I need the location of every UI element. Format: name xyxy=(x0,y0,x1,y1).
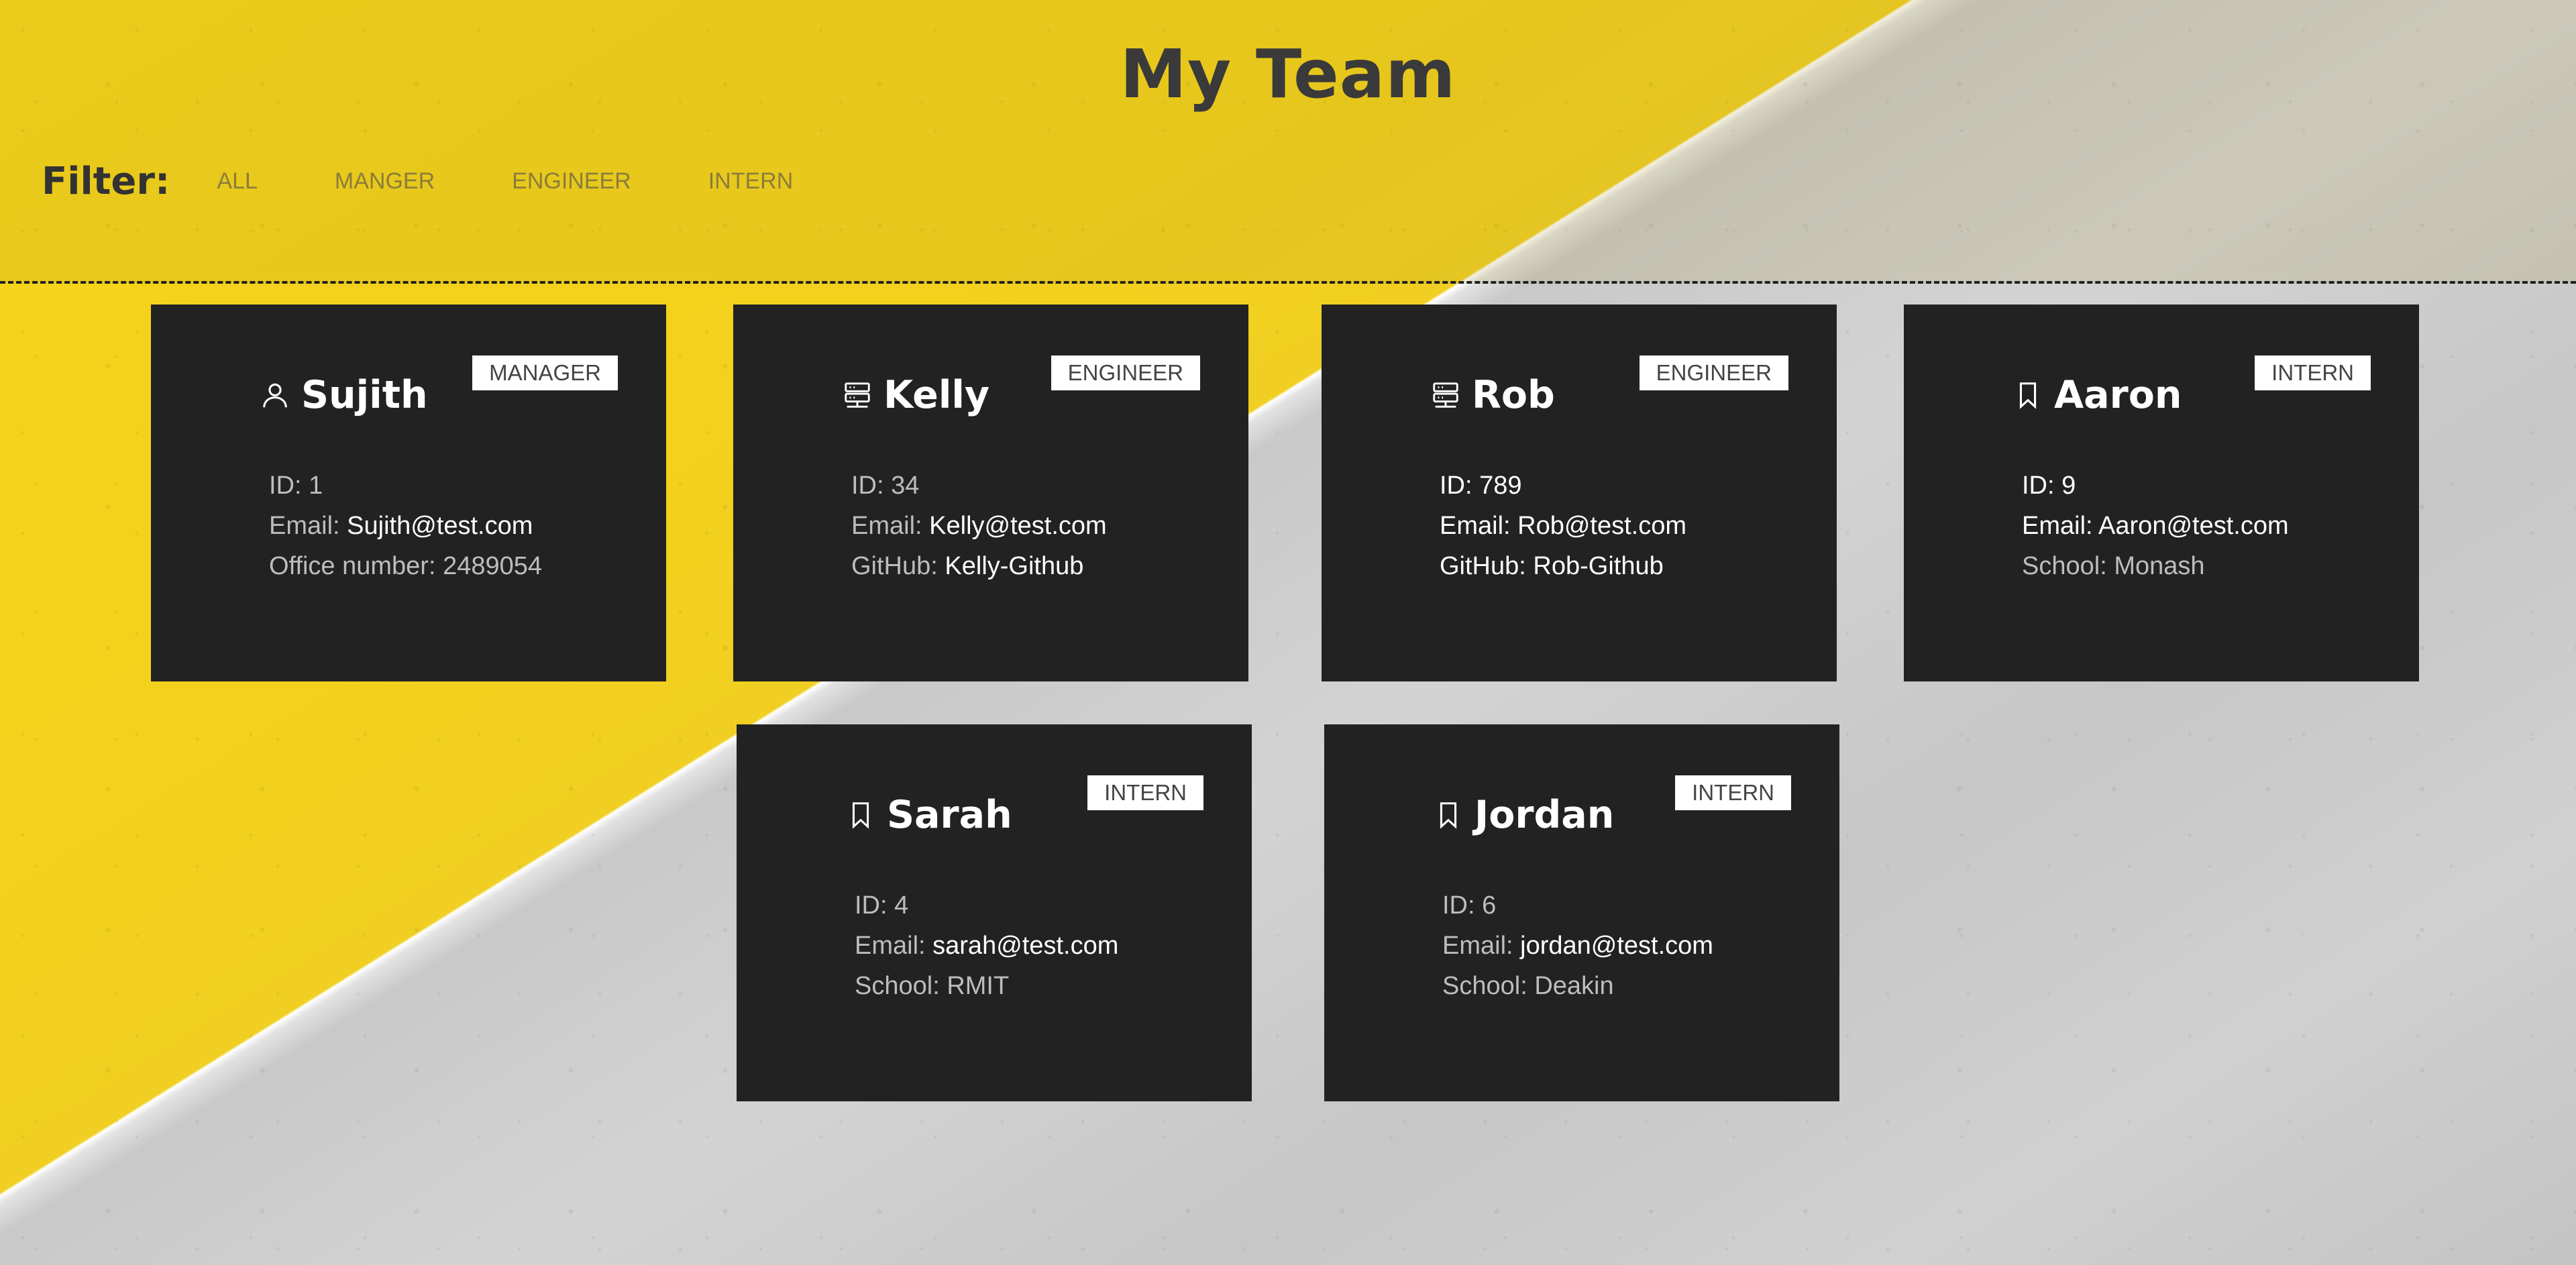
card-header: Rob xyxy=(1429,373,1555,417)
github-label: GitHub: xyxy=(851,552,938,580)
id-line: ID: 9 xyxy=(2022,465,2289,506)
email-link[interactable]: Aaron@test.com xyxy=(2098,512,2289,540)
id-value: 789 xyxy=(1479,472,1522,500)
filter-bar: Filter: ALL MANGER ENGINEER INTERN xyxy=(42,160,870,203)
github-label: GitHub: xyxy=(1440,552,1526,580)
bookmark-icon xyxy=(1432,798,1465,832)
school-line: School: RMIT xyxy=(855,966,1118,1006)
email-link[interactable]: Kelly@test.com xyxy=(929,512,1107,540)
employee-name: Aaron xyxy=(2054,373,2182,417)
bookmark-icon xyxy=(2011,378,2045,412)
school-value: Monash xyxy=(2114,552,2205,580)
role-badge: INTERN xyxy=(2255,355,2371,390)
employee-name: Sujith xyxy=(301,373,428,417)
employee-card: INTERN Aaron ID: 9 Email: Aaron@test.com… xyxy=(1904,305,2419,681)
employee-card: MANAGER Sujith ID: 1 Email: Sujith@test.… xyxy=(151,305,666,681)
employee-card: ENGINEER Rob ID: 789 Email: Rob@test.com xyxy=(1322,305,1837,681)
email-label: Email: xyxy=(855,932,926,960)
github-link[interactable]: Rob-Github xyxy=(1533,552,1663,580)
email-label: Email: xyxy=(2022,512,2093,540)
email-link[interactable]: Sujith@test.com xyxy=(347,512,533,540)
bookmark-icon xyxy=(844,798,877,832)
card-header: Aaron xyxy=(2011,373,2182,417)
id-value: 4 xyxy=(894,891,909,920)
school-line: School: Monash xyxy=(2022,546,2289,586)
email-line: Email: Aaron@test.com xyxy=(2022,506,2289,546)
email-line: Email: Kelly@test.com xyxy=(851,506,1107,546)
employee-name: Sarah xyxy=(887,793,1012,837)
id-label: ID: xyxy=(851,472,884,500)
employee-name: Rob xyxy=(1472,373,1555,417)
card-details: ID: 6 Email: jordan@test.com School: Dea… xyxy=(1442,885,1713,1006)
server-icon xyxy=(1429,378,1462,412)
email-line: Email: jordan@test.com xyxy=(1442,926,1713,966)
card-details: ID: 4 Email: sarah@test.com School: RMIT xyxy=(855,885,1118,1006)
role-badge: ENGINEER xyxy=(1639,355,1788,390)
id-line: ID: 789 xyxy=(1440,465,1686,506)
header: My Team Filter: ALL MANGER ENGINEER INTE… xyxy=(0,0,2576,284)
email-label: Email: xyxy=(1442,932,1513,960)
filter-all-button[interactable]: ALL xyxy=(217,168,258,195)
school-line: School: Deakin xyxy=(1442,966,1713,1006)
email-line: Email: Rob@test.com xyxy=(1440,506,1686,546)
email-link[interactable]: Rob@test.com xyxy=(1517,512,1686,540)
card-header: Sujith xyxy=(258,373,428,417)
github-line: GitHub: Rob-Github xyxy=(1440,546,1686,586)
role-badge: ENGINEER xyxy=(1051,355,1200,390)
id-label: ID: xyxy=(269,472,302,500)
employee-card: INTERN Sarah ID: 4 Email: sarah@test.com… xyxy=(737,724,1252,1101)
employee-name: Jordan xyxy=(1474,793,1615,837)
filter-engineer-button[interactable]: ENGINEER xyxy=(512,168,631,195)
filter-intern-button[interactable]: INTERN xyxy=(708,168,794,195)
employee-name: Kelly xyxy=(883,373,990,417)
role-badge: INTERN xyxy=(1675,775,1791,810)
role-badge: INTERN xyxy=(1087,775,1203,810)
email-label: Email: xyxy=(269,512,340,540)
email-line: Email: Sujith@test.com xyxy=(269,506,542,546)
school-value: RMIT xyxy=(947,972,1010,1000)
email-label: Email: xyxy=(1440,512,1511,540)
card-details: ID: 9 Email: Aaron@test.com School: Mona… xyxy=(2022,465,2289,586)
github-line: GitHub: Kelly-Github xyxy=(851,546,1107,586)
employee-card: ENGINEER Kelly ID: 34 Email: Kelly@test.… xyxy=(733,305,1248,681)
email-line: Email: sarah@test.com xyxy=(855,926,1118,966)
card-details: ID: 1 Email: Sujith@test.com Office numb… xyxy=(269,465,542,586)
school-label: School: xyxy=(1442,972,1527,1000)
id-line: ID: 6 xyxy=(1442,885,1713,926)
card-header: Kelly xyxy=(841,373,989,417)
office-number-value: 2489054 xyxy=(443,552,543,580)
card-details: ID: 34 Email: Kelly@test.com GitHub: Kel… xyxy=(851,465,1107,586)
role-badge: MANAGER xyxy=(472,355,618,390)
id-label: ID: xyxy=(1442,891,1475,920)
card-header: Sarah xyxy=(844,793,1012,837)
user-icon xyxy=(258,378,292,412)
github-link[interactable]: Kelly-Github xyxy=(945,552,1083,580)
id-value: 9 xyxy=(2061,472,2076,500)
id-value: 1 xyxy=(309,472,323,500)
email-link[interactable]: sarah@test.com xyxy=(932,932,1118,960)
school-value: Deakin xyxy=(1534,972,1614,1000)
card-header: Jordan xyxy=(1432,793,1614,837)
employee-card: INTERN Jordan ID: 6 Email: jordan@test.c… xyxy=(1324,724,1839,1101)
id-line: ID: 4 xyxy=(855,885,1118,926)
email-label: Email: xyxy=(851,512,922,540)
id-value: 34 xyxy=(891,472,920,500)
server-icon xyxy=(841,378,874,412)
school-label: School: xyxy=(855,972,940,1000)
filter-manager-button[interactable]: MANGER xyxy=(335,168,435,195)
email-link[interactable]: jordan@test.com xyxy=(1520,932,1713,960)
id-value: 6 xyxy=(1482,891,1497,920)
id-label: ID: xyxy=(855,891,888,920)
id-line: ID: 1 xyxy=(269,465,542,506)
school-label: School: xyxy=(2022,552,2107,580)
office-number-line: Office number: 2489054 xyxy=(269,546,542,586)
id-label: ID: xyxy=(2022,472,2055,500)
page-title: My Team xyxy=(1120,35,1456,113)
page-background: My Team Filter: ALL MANGER ENGINEER INTE… xyxy=(0,0,2576,1265)
office-number-label: Office number: xyxy=(269,552,436,580)
card-details: ID: 789 Email: Rob@test.com GitHub: Rob-… xyxy=(1440,465,1686,586)
id-label: ID: xyxy=(1440,472,1472,500)
id-line: ID: 34 xyxy=(851,465,1107,506)
filter-label: Filter: xyxy=(42,160,170,203)
